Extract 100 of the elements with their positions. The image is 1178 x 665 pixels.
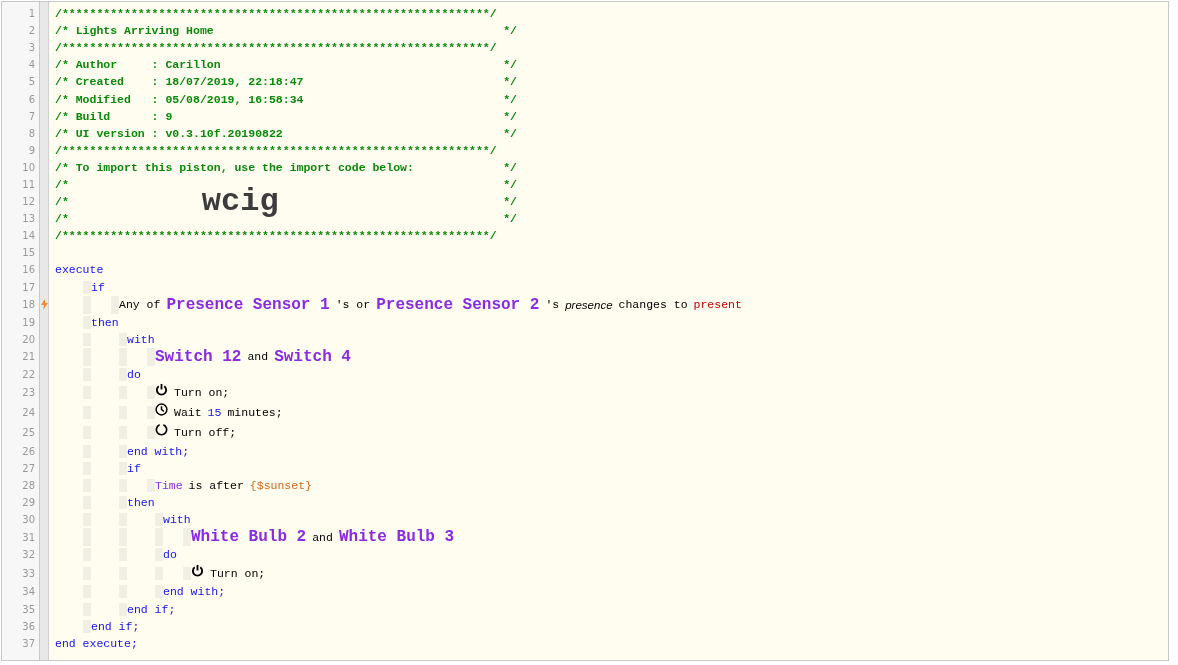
line-number: 21 <box>21 351 36 363</box>
keyword: with <box>127 332 155 346</box>
comment-text: /**************************************************************/ <box>55 143 497 157</box>
comment-text: /* To import this piston, use the import code below: <box>55 160 414 174</box>
line-number: 29 <box>21 497 36 509</box>
line-number: 6 <box>27 93 36 105</box>
line-number: 7 <box>27 110 36 122</box>
indent-guide <box>147 386 155 400</box>
indent-guide <box>147 406 155 420</box>
line-number: 5 <box>27 76 36 88</box>
line-number: 8 <box>27 127 36 139</box>
device-name[interactable]: Switch 12 <box>155 347 242 366</box>
code-text: Wait <box>174 406 202 420</box>
comment-text: */ <box>503 126 517 140</box>
comment-text: */ <box>503 109 517 123</box>
line-number: 33 <box>21 567 36 579</box>
power-icon <box>155 383 168 397</box>
comment-text: */ <box>503 58 517 72</box>
indent-guide <box>183 566 191 580</box>
line-number: 4 <box>27 59 36 71</box>
keyword: execute <box>55 263 104 277</box>
comment-text: /* <box>55 195 69 209</box>
comment-text: /* Author : Carillon <box>55 58 221 72</box>
comment-text: */ <box>503 160 517 174</box>
line-number: 26 <box>21 445 36 457</box>
keyword: if <box>91 280 105 294</box>
line-number: 20 <box>21 333 36 345</box>
line-number: 22 <box>21 368 36 380</box>
keyword: end execute; <box>55 636 138 650</box>
comment-text: /* <box>55 178 69 191</box>
keyword: then <box>127 496 155 510</box>
device-name[interactable]: Presence Sensor 1 <box>166 295 330 314</box>
code-text: 's <box>545 298 560 312</box>
code-text: presence <box>565 298 613 311</box>
comment-text: /**************************************************************/ <box>55 41 497 55</box>
code-text: Turn on; <box>210 566 266 580</box>
line-number: 16 <box>21 264 36 276</box>
power-off-icon <box>155 423 168 437</box>
code-text: 's or <box>335 298 371 312</box>
device-name[interactable]: White Bulb 2 <box>191 528 307 547</box>
comment-text: */ <box>503 75 517 89</box>
keyword: end if; <box>91 619 140 633</box>
import-code: wcig <box>201 182 279 221</box>
code-text: Time <box>155 479 183 493</box>
comment-text: /**************************************************************/ <box>55 229 497 243</box>
line-number: 3 <box>27 42 36 54</box>
code-text: is after <box>188 479 244 493</box>
line-number: 28 <box>21 480 36 492</box>
device-name[interactable]: White Bulb 3 <box>338 528 455 547</box>
line-number: 24 <box>21 407 36 419</box>
line-number: 1 <box>27 8 36 20</box>
comment-text: */ <box>503 194 517 209</box>
line-number: 30 <box>21 514 36 526</box>
code-text: Turn on; <box>174 386 230 400</box>
line-number: 19 <box>21 316 36 328</box>
line-number: 2 <box>27 25 36 37</box>
comment-text: /* Build : 9 <box>55 109 173 123</box>
keyword: with <box>163 513 191 527</box>
indent-guide <box>147 426 155 440</box>
comment-text: /* Lights Arriving Home <box>55 24 214 38</box>
device-name[interactable]: Switch 4 <box>274 347 351 366</box>
line-number: 18 <box>21 299 36 311</box>
line-number: 12 <box>21 196 36 208</box>
code-text: and <box>312 530 333 544</box>
line-number: 11 <box>21 179 36 190</box>
code-text: {$sunset} <box>249 479 312 493</box>
code-text: Turn off; <box>174 426 237 440</box>
comment-text: /**************************************************************/ <box>55 7 497 21</box>
line-number: 32 <box>21 549 36 561</box>
code-text: 15 <box>207 406 222 420</box>
code-text: present <box>693 298 742 312</box>
line-number: 15 <box>21 247 36 259</box>
line-number: 27 <box>21 463 36 474</box>
keyword: end with; <box>127 444 190 458</box>
line-number: 23 <box>21 387 36 399</box>
line-number: 35 <box>21 603 36 615</box>
comment-text: */ <box>503 24 517 38</box>
code-text: Any of <box>119 298 161 312</box>
comment-text: */ <box>503 92 517 106</box>
line-number: 17 <box>21 281 36 293</box>
comment-text: /* Modified : 05/08/2019, 16:58:34 <box>55 92 304 106</box>
line-number: 10 <box>21 161 36 173</box>
line-number: 31 <box>21 531 36 543</box>
comment-text: /* <box>55 212 69 226</box>
line-number: 36 <box>21 620 36 632</box>
comment-text: /* Created : 18/07/2019, 22:18:47 <box>55 75 304 89</box>
keyword: end with; <box>163 585 226 599</box>
keyword: do <box>127 367 141 381</box>
keyword: if <box>127 462 141 475</box>
device-name[interactable]: Presence Sensor 2 <box>376 295 540 314</box>
line-number: 14 <box>21 230 36 242</box>
comment-text: */ <box>503 212 517 226</box>
keyword: then <box>91 315 119 329</box>
code-text: and <box>247 350 269 364</box>
keyword: end if; <box>127 602 176 616</box>
code-text: changes to <box>618 298 688 312</box>
comment-text: */ <box>503 178 517 191</box>
line-number: 9 <box>27 144 36 156</box>
line-number: 37 <box>21 637 36 649</box>
clock-icon <box>155 403 168 417</box>
